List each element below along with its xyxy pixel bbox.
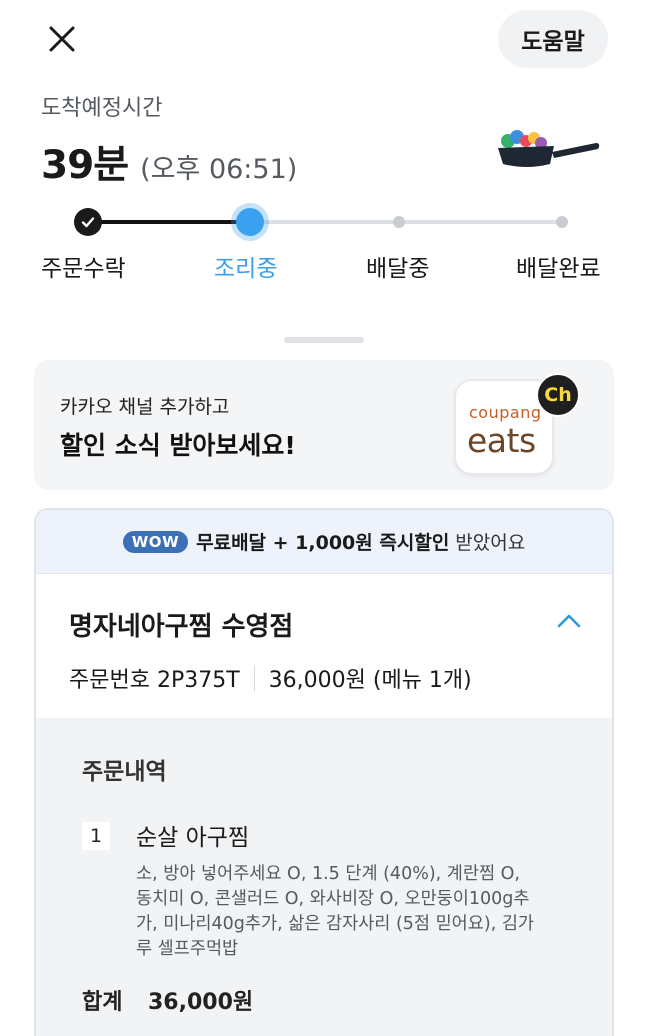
kakao-channel-icon: Ch	[536, 373, 580, 417]
close-button[interactable]	[34, 14, 90, 64]
eta-clock: (오후 06:51)	[140, 154, 298, 185]
help-button[interactable]: 도움말	[498, 10, 608, 68]
check-icon	[81, 217, 95, 228]
eta-minutes: 39분	[41, 143, 129, 188]
step-label-cooking: 조리중	[214, 256, 278, 282]
total-value: 36,000원	[148, 990, 254, 1015]
sheet-drag-handle[interactable]	[284, 337, 364, 343]
item-name: 순살 아구찜	[136, 825, 250, 851]
total-label: 합계	[82, 990, 123, 1015]
kakao-channel-banner[interactable]: 카카오 채널 추가하고 할인 소식 받아보세요! coupang eats Ch	[34, 360, 614, 490]
price-summary: 36,000원 (메뉴 1개)	[268, 668, 472, 693]
store-name: 명자네아구찜 수영점	[69, 612, 294, 642]
chevron-up-icon[interactable]	[554, 608, 584, 634]
eta-row: 39분 (오후 06:51)	[41, 134, 297, 190]
step-node-accepted	[74, 208, 102, 236]
step-node-delivered	[556, 216, 568, 228]
progress-track-complete	[88, 220, 250, 224]
frying-pan-icon	[498, 130, 600, 167]
step-label-delivered: 배달완료	[516, 256, 601, 282]
eta-label: 도착예정시간	[41, 96, 163, 121]
banner-subtitle: 카카오 채널 추가하고	[60, 396, 230, 418]
item-options: 소, 방아 넣어주세요 O, 1.5 단계 (40%), 계란찜 O, 동치미 …	[136, 864, 535, 959]
app-brand-top: coupang	[469, 403, 542, 422]
step-node-cooking	[236, 208, 264, 236]
close-icon	[49, 26, 75, 52]
order-details-title: 주문내역	[82, 759, 167, 785]
benefit-highlight: 무료배달 + 1,000원 즉시할인	[196, 532, 450, 554]
item-quantity: 1	[82, 822, 110, 850]
order-details: 주문내역 1 순살 아구찜 소, 방아 넣어주세요 O, 1.5 단계 (40%…	[36, 718, 612, 1036]
step-node-delivering	[393, 216, 405, 228]
benefit-rest: 받았어요	[455, 532, 526, 554]
order-status-page: 도움말 도착예정시간 39분 (오후 06:51) 주문수락 조리중 배달중 배…	[0, 0, 648, 1036]
order-number: 주문번호 2P375T	[69, 668, 240, 693]
meta-divider	[253, 665, 255, 691]
progress-track-remaining	[250, 220, 562, 224]
order-card: WOW 무료배달 + 1,000원 즉시할인 받았어요 명자네아구찜 수영점 주…	[34, 508, 614, 1036]
wow-badge: WOW	[122, 530, 189, 553]
benefit-strip: WOW 무료배달 + 1,000원 즉시할인 받았어요	[36, 510, 612, 574]
order-meta: 주문번호 2P375T 36,000원 (메뉴 1개)	[69, 662, 472, 694]
step-label-delivering: 배달중	[366, 256, 430, 282]
banner-title: 할인 소식 받아보세요!	[60, 431, 296, 460]
step-label-accepted: 주문수락	[41, 256, 126, 282]
app-brand-bottom: eats	[467, 421, 536, 460]
